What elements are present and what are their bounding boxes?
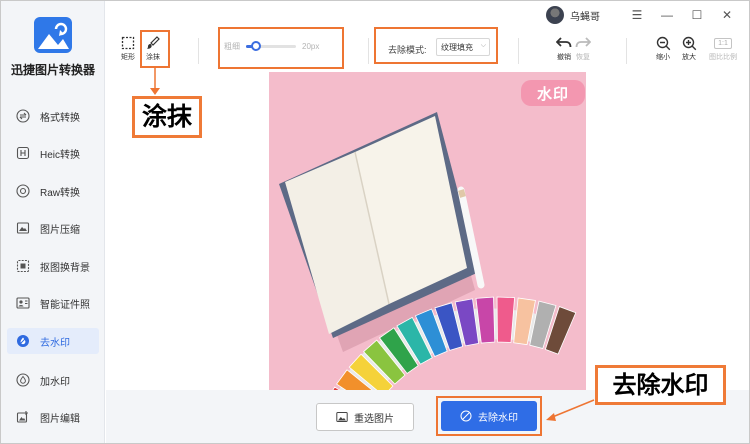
sidebar-item-format-convert[interactable]: 格式转换 [7,103,99,129]
rect-tool-button[interactable]: 矩形 [119,34,137,62]
sidebar-item-label: Heic转换 [40,149,81,161]
sidebar-item-label: 抠图换背景 [40,262,90,274]
zoom-in-button[interactable]: 放大 [680,34,698,62]
photo-notebook-swatches [269,72,586,390]
sidebar-item-heic[interactable]: Heic转换 [7,140,99,166]
user-name[interactable]: 乌蝇哥 [570,8,600,23]
callout-smear: 涂抹 [132,96,202,138]
raw-icon [16,184,30,198]
reselect-image-label: 重选图片 [354,413,394,425]
sidebar-item-add-watermark[interactable]: 加水印 [7,367,99,393]
convert-icon [16,109,30,123]
toolbar-divider [198,38,199,64]
original-size-button[interactable]: 1:1 图比比例 [709,34,737,62]
image-icon [336,411,348,423]
zoom-out-icon [654,34,672,52]
sidebar-item-raw[interactable]: Raw转换 [7,178,99,204]
callout-remove-text: 去除水印 [598,368,723,402]
title-bar-controls: 乌蝇哥 ☰ — ☐ ✕ [546,4,740,26]
sidebar-item-label: 加水印 [40,376,70,388]
zoom-out-button[interactable]: 缩小 [654,34,672,62]
toolbar-divider [518,38,519,64]
app-title: 迅捷图片转换器 [10,63,95,77]
rect-select-icon [119,34,137,52]
compress-icon [16,221,30,235]
sidebar-item-label: Raw转换 [40,187,81,199]
undo-button[interactable]: 撤销 [555,34,573,62]
sidebar-item-edit[interactable]: 图片编辑 [7,404,99,430]
toolbar-divider [626,38,627,64]
zoom-out-label: 缩小 [656,54,670,61]
undo-icon [555,34,573,52]
add-watermark-icon [16,373,30,387]
undo-label: 撤销 [557,54,571,61]
redo-button[interactable]: 恢复 [574,34,592,62]
app-logo-icon [34,17,72,53]
sidebar: 迅捷图片转换器 格式转换 Heic转换 Raw转换 图片压缩 抠图换背景 智能证… [1,1,105,443]
cutout-icon [16,259,30,273]
callout-remove-watermark: 去除水印 [595,365,726,405]
reselect-image-button[interactable]: 重选图片 [316,403,414,431]
sidebar-item-label: 格式转换 [40,112,80,124]
minimize-icon[interactable]: — [654,6,680,24]
redo-label: 恢复 [576,54,590,61]
sidebar-item-remove-watermark[interactable]: 去水印 [7,328,99,354]
toolbar-divider [368,38,369,64]
edit-icon [16,410,30,424]
highlight-removal-mode [374,27,498,64]
original-size-label: 图比比例 [709,54,737,61]
sidebar-item-id-photo[interactable]: 智能证件照 [7,290,99,316]
ratio-icon: 1:1 [712,34,734,52]
avatar[interactable] [546,6,564,24]
sidebar-item-cutout[interactable]: 抠图换背景 [7,253,99,279]
sidebar-item-label: 图片编辑 [40,413,80,425]
rect-tool-label: 矩形 [121,54,135,61]
callout-smear-text: 涂抹 [135,99,199,135]
redo-icon [574,34,592,52]
remove-watermark-icon [16,334,30,348]
close-icon[interactable]: ✕ [714,6,740,24]
sidebar-item-label: 去水印 [40,337,70,349]
highlight-smear-tool [140,30,170,68]
heic-icon [16,146,30,160]
sidebar-item-label: 智能证件照 [40,299,90,311]
id-photo-icon [16,296,30,310]
sidebar-item-compress[interactable]: 图片压缩 [7,215,99,241]
highlight-remove-button [436,396,542,436]
zoom-in-label: 放大 [682,54,696,61]
menu-icon[interactable]: ☰ [624,6,650,24]
maximize-icon[interactable]: ☐ [684,6,710,24]
image-canvas[interactable] [269,72,586,390]
zoom-in-icon [680,34,698,52]
watermark-text[interactable]: 水印 [521,80,585,106]
highlight-brush-size [218,27,344,69]
ratio-value: 1:1 [714,37,732,49]
sidebar-item-label: 图片压缩 [40,224,80,236]
